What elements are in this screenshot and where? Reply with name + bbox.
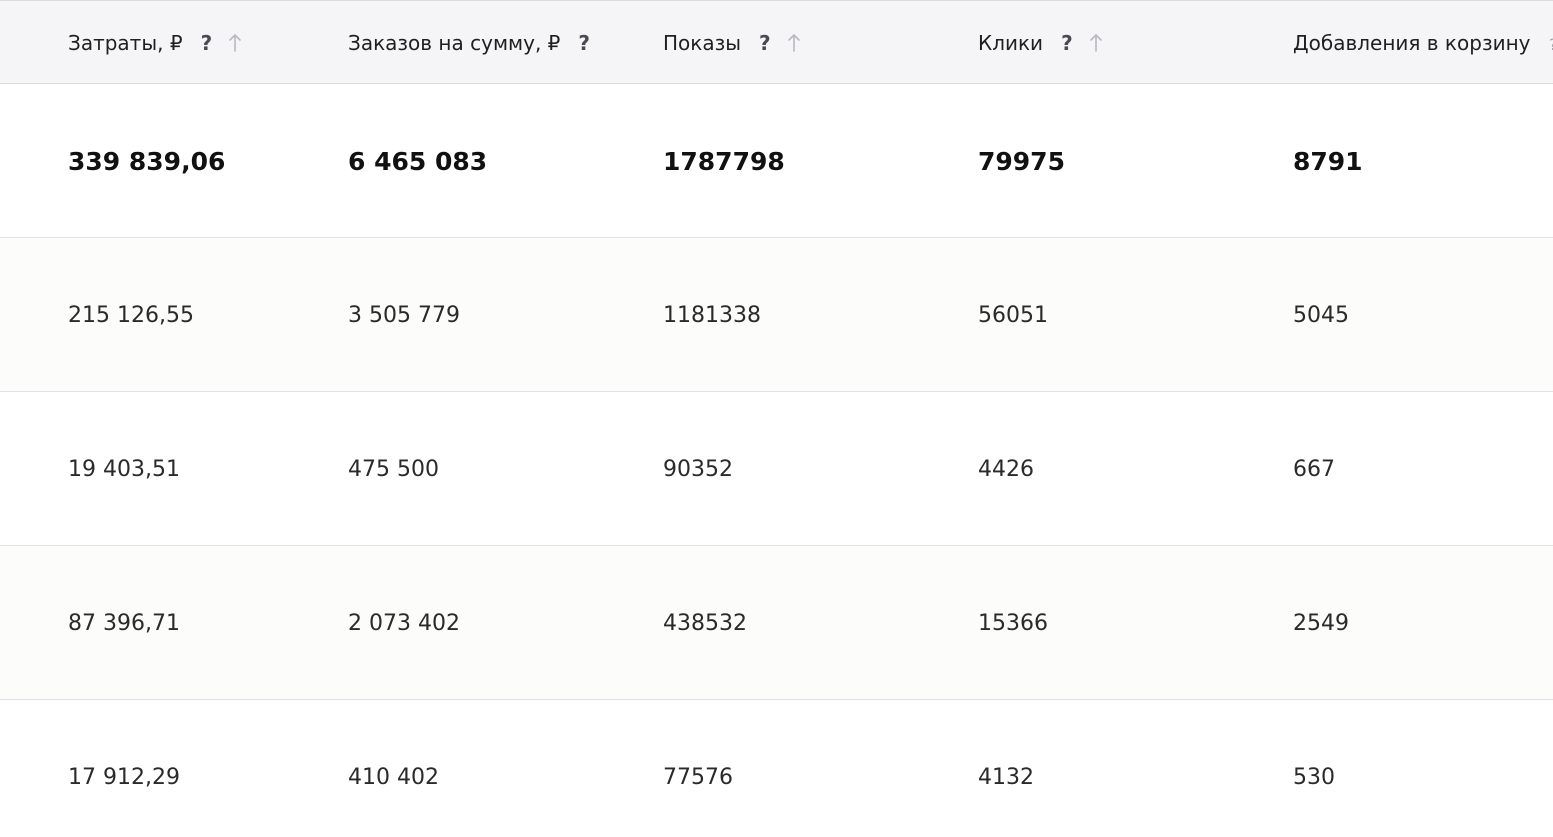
total-add-to-cart: 8791 [1293,146,1363,176]
sort-arrow-up-icon[interactable] [787,33,801,53]
cell-add-to-cart: 5045 [1293,302,1349,328]
help-icon[interactable]: ? [201,31,213,55]
help-icon[interactable]: ? [578,31,590,55]
cell-impressions: 438532 [663,610,747,636]
column-header-impressions[interactable]: Показы ? [663,1,801,85]
total-impressions: 1787798 [663,146,785,176]
total-clicks: 79975 [978,146,1065,176]
table-row-total: 339 839,06 6 465 083 1787798 79975 8791 [0,84,1553,238]
column-header-label: Затраты, ₽ [68,31,183,55]
cell-costs: 19 403,51 [68,456,180,482]
help-icon[interactable]: ? [759,31,771,55]
total-costs: 339 839,06 [68,146,226,176]
column-header-clicks[interactable]: Клики ? [978,1,1103,85]
column-header-label: Клики [978,31,1044,55]
table-row[interactable]: 87 396,71 2 073 402 438532 15366 2549 [0,546,1553,700]
cell-clicks: 56051 [978,302,1048,328]
cell-orders-sum: 410 402 [348,764,439,790]
help-icon[interactable]: ? [1549,35,1553,51]
cell-clicks: 4426 [978,456,1034,482]
cell-impressions: 77576 [663,764,733,790]
cell-add-to-cart: 530 [1293,764,1335,790]
column-header-label: Показы [663,31,742,55]
table-row[interactable]: 19 403,51 475 500 90352 4426 667 [0,392,1553,546]
cell-clicks: 4132 [978,764,1034,790]
cell-costs: 215 126,55 [68,302,194,328]
table-row[interactable]: 17 912,29 410 402 77576 4132 530 [0,700,1553,837]
column-header-costs[interactable]: Затраты, ₽ ? [68,1,242,85]
cell-impressions: 1181338 [663,302,761,328]
cell-impressions: 90352 [663,456,733,482]
help-icon[interactable]: ? [1061,31,1073,55]
cell-add-to-cart: 667 [1293,456,1335,482]
total-orders-sum: 6 465 083 [348,146,488,176]
cell-costs: 17 912,29 [68,764,180,790]
cell-orders-sum: 3 505 779 [348,302,460,328]
table-header: Затраты, ₽ ? Заказов на сумму, ₽ ? Показ… [0,0,1553,84]
column-header-add-to-cart[interactable]: Добавления в корзину [1293,1,1531,85]
cell-costs: 87 396,71 [68,610,180,636]
sort-arrow-up-icon[interactable] [228,33,242,53]
column-header-label: Добавления в корзину [1293,31,1531,55]
cell-orders-sum: 2 073 402 [348,610,460,636]
sort-arrow-up-icon[interactable] [1089,33,1103,53]
column-header-label: Заказов на сумму, ₽ [348,31,561,55]
cell-add-to-cart: 2549 [1293,610,1349,636]
statistics-table: Затраты, ₽ ? Заказов на сумму, ₽ ? Показ… [0,0,1553,837]
table-row[interactable]: 215 126,55 3 505 779 1181338 56051 5045 [0,238,1553,392]
column-header-orders-sum[interactable]: Заказов на сумму, ₽ ? [348,1,590,85]
cell-orders-sum: 475 500 [348,456,439,482]
cell-clicks: 15366 [978,610,1048,636]
